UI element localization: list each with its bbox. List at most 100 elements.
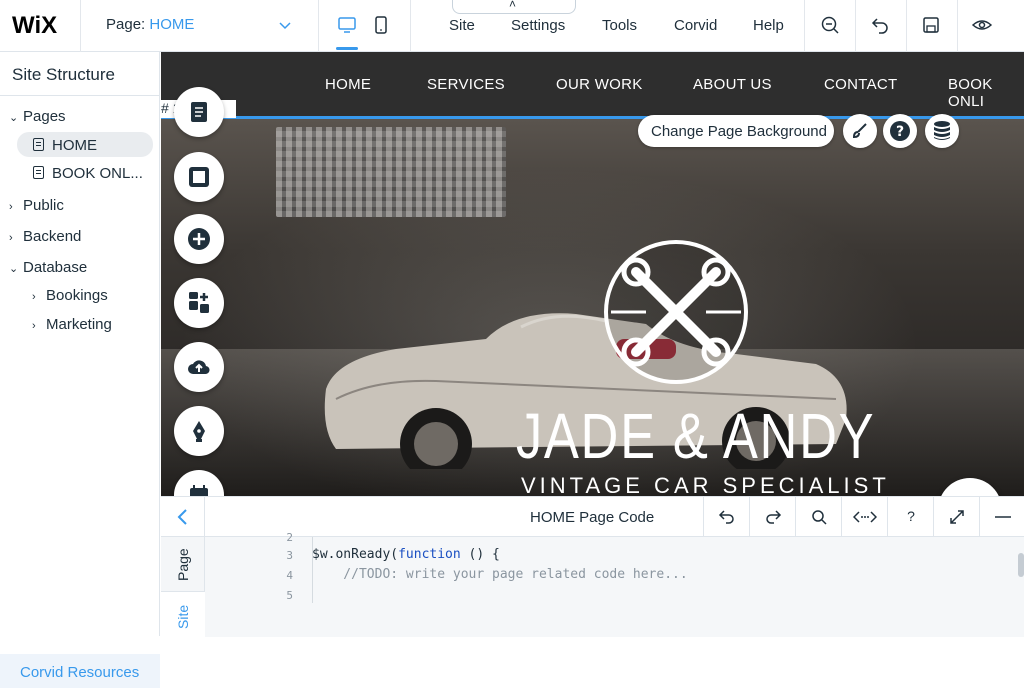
code-tabs: Page Site <box>161 537 205 637</box>
design-brush-button[interactable] <box>843 114 877 148</box>
line-number: 3 <box>286 549 293 562</box>
tree-database[interactable]: ⌄ Database <box>9 259 87 276</box>
background-button[interactable] <box>174 152 224 202</box>
tab-page[interactable]: Page <box>175 548 191 581</box>
redo-icon <box>766 510 782 524</box>
page-selector-value: HOME <box>149 16 195 33</box>
collapse-toolbar-tab[interactable]: ˄ <box>452 0 576 14</box>
editor-canvas[interactable]: HOME SERVICES OUR WORK ABOUT US CONTACT … <box>161 52 1024 496</box>
editor-top-bar: WiX Page: HOME ˄ Site Settings Tools Cor… <box>0 0 1024 52</box>
code-comment: //TODO: write your page related code her… <box>312 567 688 582</box>
zoom-out-icon[interactable] <box>819 14 841 36</box>
change-page-background-button[interactable]: Change Page Background <box>638 115 834 147</box>
code-snippets-button[interactable] <box>841 497 887 537</box>
tree-label: Bookings <box>46 287 108 304</box>
code-search-button[interactable] <box>795 497 841 537</box>
cloud-upload-icon <box>188 360 210 375</box>
nav-home[interactable]: HOME <box>325 76 371 93</box>
background-icon <box>189 167 209 187</box>
code-panel-title: HOME Page Code <box>530 509 655 526</box>
divider <box>804 0 805 52</box>
site-structure-panel: Site Structure ⌄ Pages HOME BOOK ONL... ›… <box>0 52 160 688</box>
corvid-resources-link[interactable]: Corvid Resources <box>0 654 160 688</box>
minimize-icon <box>995 516 1011 518</box>
code-undo-button[interactable] <box>703 497 749 537</box>
pages-icon <box>191 102 207 122</box>
divider <box>318 0 319 52</box>
blog-button[interactable] <box>174 406 224 456</box>
menu-corvid[interactable]: Corvid <box>674 17 717 34</box>
undo-icon <box>718 510 734 524</box>
line-number: 5 <box>286 589 293 602</box>
page-selector[interactable]: Page: HOME <box>106 16 194 33</box>
tree-page-home[interactable]: HOME <box>33 137 97 154</box>
tree-label: Marketing <box>46 316 112 333</box>
site-nav-bar: HOME SERVICES OUR WORK ABOUT US CONTACT … <box>161 52 1024 116</box>
page-selector-label: Page: <box>106 16 146 33</box>
desktop-icon[interactable] <box>336 14 358 36</box>
hero-background[interactable]: JADE & ANDY VINTAGE CAR SPECIALIST <box>161 119 1024 496</box>
divider <box>0 95 160 96</box>
nav-contact[interactable]: CONTACT <box>824 76 897 93</box>
expand-icon <box>950 510 964 524</box>
tree-backend[interactable]: › Backend <box>9 228 81 245</box>
preview-eye-icon[interactable] <box>971 14 993 36</box>
upload-media-button[interactable] <box>174 342 224 392</box>
page-icon <box>33 166 44 179</box>
nav-our-work[interactable]: OUR WORK <box>556 76 643 93</box>
chevron-right-icon: › <box>9 201 13 213</box>
tree-public[interactable]: › Public <box>9 197 64 214</box>
database-icon <box>934 121 950 140</box>
code-help-button[interactable]: ? <box>887 497 933 537</box>
tree-label: Public <box>23 197 64 214</box>
nav-about-us[interactable]: ABOUT US <box>693 76 772 93</box>
brand-title: JADE & ANDY <box>516 400 876 472</box>
code-expand-button[interactable] <box>933 497 979 537</box>
chevron-up-icon: ˄ <box>509 0 517 11</box>
add-apps-button[interactable] <box>174 278 224 328</box>
chevron-down-icon: ⌄ <box>9 112 19 124</box>
tree-marketing[interactable]: › Marketing <box>32 316 112 333</box>
chevron-down-icon[interactable] <box>278 18 292 32</box>
code-brackets-icon <box>853 511 877 523</box>
code-keyword: function <box>398 547 461 562</box>
add-element-button[interactable] <box>174 214 224 264</box>
menu-help[interactable]: Help <box>753 17 784 34</box>
divider <box>410 0 411 52</box>
crossed-wrenches-emblem <box>604 240 748 384</box>
code-back-button[interactable] <box>161 497 205 537</box>
tab-site[interactable]: Site <box>175 605 191 629</box>
code-editor[interactable]: 2 3 $w.onReady(function () { 4 //TODO: w… <box>205 531 1024 637</box>
undo-icon[interactable] <box>869 14 891 36</box>
code-minimize-button[interactable] <box>979 497 1024 537</box>
desktop-active-indicator <box>336 47 358 50</box>
garage-window-image <box>276 127 506 217</box>
menu-tools[interactable]: Tools <box>602 17 637 34</box>
menu-site[interactable]: Site <box>449 17 475 34</box>
database-button[interactable] <box>925 114 959 148</box>
save-icon[interactable] <box>920 14 942 36</box>
chevron-right-icon: › <box>9 232 13 244</box>
tree-bookings[interactable]: › Bookings <box>32 287 108 304</box>
divider <box>855 0 856 52</box>
question-icon: ? <box>907 508 915 524</box>
help-button[interactable]: ? <box>883 114 917 148</box>
nav-book-online[interactable]: BOOK ONLI <box>948 76 1024 110</box>
mobile-icon[interactable] <box>370 14 392 36</box>
menu-settings[interactable]: Settings <box>511 17 565 34</box>
code-scrollbar[interactable] <box>1018 553 1024 577</box>
svg-text:?: ? <box>896 124 904 140</box>
pages-menu-button[interactable] <box>174 87 224 137</box>
code-redo-button[interactable] <box>749 497 795 537</box>
tree-pages[interactable]: ⌄ Pages <box>9 108 66 125</box>
pen-nib-icon <box>193 421 205 442</box>
tree-label: BOOK ONL... <box>52 165 143 182</box>
code-token: () { <box>460 547 500 562</box>
chevron-left-icon <box>177 509 187 525</box>
tree-page-book-online[interactable]: BOOK ONL... <box>33 165 143 182</box>
nav-services[interactable]: SERVICES <box>427 76 505 93</box>
tree-label: HOME <box>52 137 97 154</box>
wix-logo[interactable]: WiX <box>12 12 57 40</box>
divider <box>80 0 81 52</box>
tree-label: Pages <box>23 108 66 125</box>
